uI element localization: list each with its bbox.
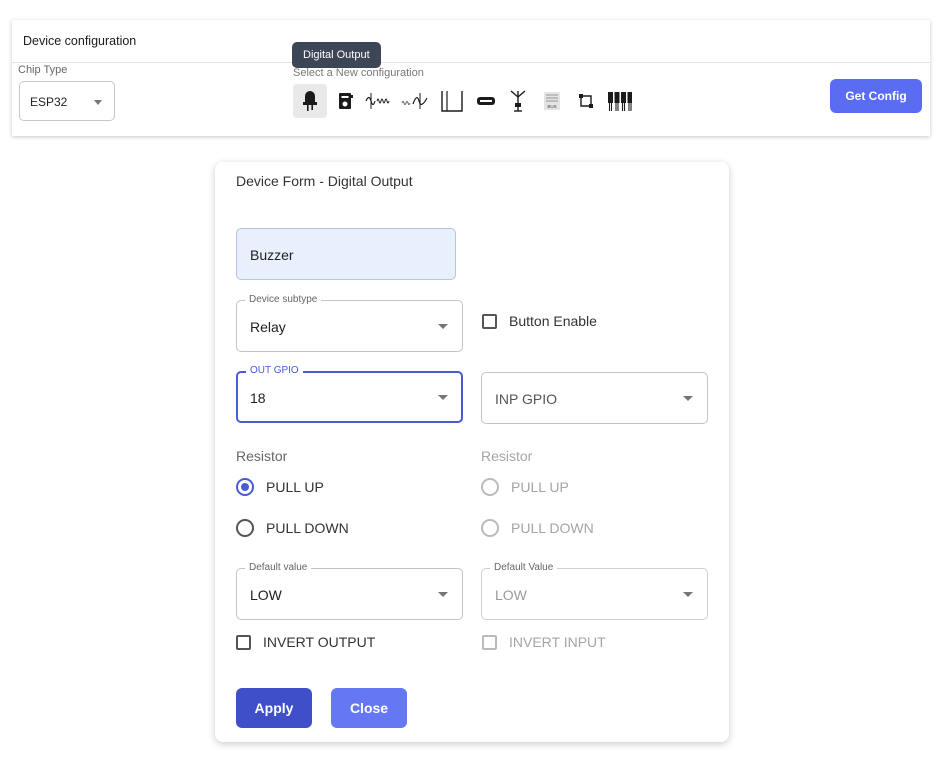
pull-down-radio-input [481,519,499,537]
config-title: Device configuration [23,34,137,48]
device-name-value: Buzzer [250,247,294,263]
default-value-select-input: Default Value LOW [481,561,708,620]
pull-up-label-output: PULL UP [266,479,324,495]
pull-up-option-output[interactable]: PULL UP [236,478,324,496]
inp-gpio-placeholder: INP GPIO [495,391,557,407]
resistor-label-output: Resistor [236,448,288,464]
config-option-pwm[interactable] [363,84,397,118]
device-subtype-label: Device subtype [245,293,322,307]
connector-icon [477,97,495,105]
invert-input-option: INVERT INPUT [482,634,606,650]
chevron-down-icon [438,395,448,400]
button-enable-option[interactable]: Button Enable [482,313,597,329]
led-icon [303,91,317,111]
config-option-antenna[interactable] [501,84,535,118]
chip-type-select[interactable]: ESP32 [19,81,115,121]
out-gpio-value: 18 [250,390,266,406]
chip-type-label: Chip Type [18,64,68,76]
form-title: Device Form - Digital Output [236,173,413,189]
pwm-wave-icon [365,93,390,109]
analog-wave-icon [401,93,428,109]
invert-output-option[interactable]: INVERT OUTPUT [236,634,375,650]
button-enable-checkbox[interactable] [482,313,497,329]
pull-down-option-input: PULL DOWN [481,519,594,537]
config-option-sensor[interactable] [329,84,363,118]
out-gpio-label: OUT GPIO [246,364,303,378]
chevron-down-icon [94,100,102,105]
inp-gpio-select[interactable]: INP GPIO [481,372,708,424]
get-config-button[interactable]: Get Config [830,79,922,113]
bus-icon: BUS [544,92,560,110]
default-value-select-output[interactable]: Default value LOW [236,561,463,620]
device-subtype-value: Relay [250,319,286,335]
default-value-label-input: Default Value [490,561,558,575]
out-gpio-select[interactable]: OUT GPIO 18 [236,364,463,423]
button-enable-label: Button Enable [509,313,597,329]
antenna-icon [510,90,526,112]
config-option-analog[interactable] [399,84,433,118]
apply-button[interactable]: Apply [236,688,312,728]
device-configuration-panel: Device configuration Chip Type ESP32 Dig… [12,20,930,136]
close-button[interactable]: Close [331,688,407,728]
chevron-down-icon [683,592,693,597]
network-icon [579,94,593,108]
config-option-pulse[interactable] [435,84,469,118]
chevron-down-icon [438,324,448,329]
invert-output-label: INVERT OUTPUT [263,634,376,650]
pull-down-option-output[interactable]: PULL DOWN [236,519,349,537]
default-value-label-output: Default value [245,561,312,575]
chevron-down-icon [438,592,448,597]
config-option-bus[interactable]: BUS [535,84,569,118]
invert-input-label: INVERT INPUT [509,634,606,650]
new-config-label: Select a New configuration [293,67,424,79]
tooltip-digital-output: Digital Output [292,42,381,68]
pull-down-label-output: PULL DOWN [266,520,349,536]
bus-text: BUS [547,104,556,109]
device-name-input[interactable]: Buzzer [236,228,456,280]
config-option-connector[interactable] [469,84,503,118]
default-value-input: LOW [495,587,527,603]
pull-down-label-input: PULL DOWN [511,520,594,536]
pulse-bracket-icon [441,91,463,112]
resistor-label-input: Resistor [481,448,533,464]
chip-type-value: ESP32 [30,95,68,109]
sensor-module-icon [339,93,353,109]
device-subtype-select[interactable]: Device subtype Relay [236,293,463,352]
default-value-output: LOW [250,587,282,603]
device-form-card: Device Form - Digital Output Buzzer Devi… [215,162,729,742]
config-option-digital-output[interactable] [293,84,327,118]
pull-down-radio-output[interactable] [236,519,254,537]
config-option-multi-relay[interactable] [603,84,637,118]
pull-up-radio-output[interactable] [236,478,254,496]
invert-output-checkbox[interactable] [236,634,251,650]
chevron-down-icon [683,396,693,401]
invert-input-checkbox [482,634,497,650]
config-header: Device configuration [12,20,930,63]
pull-up-option-input: PULL UP [481,478,569,496]
pull-up-label-input: PULL UP [511,479,569,495]
config-option-network[interactable] [569,84,603,118]
pull-up-radio-input [481,478,499,496]
multi-relay-icon [608,92,632,111]
